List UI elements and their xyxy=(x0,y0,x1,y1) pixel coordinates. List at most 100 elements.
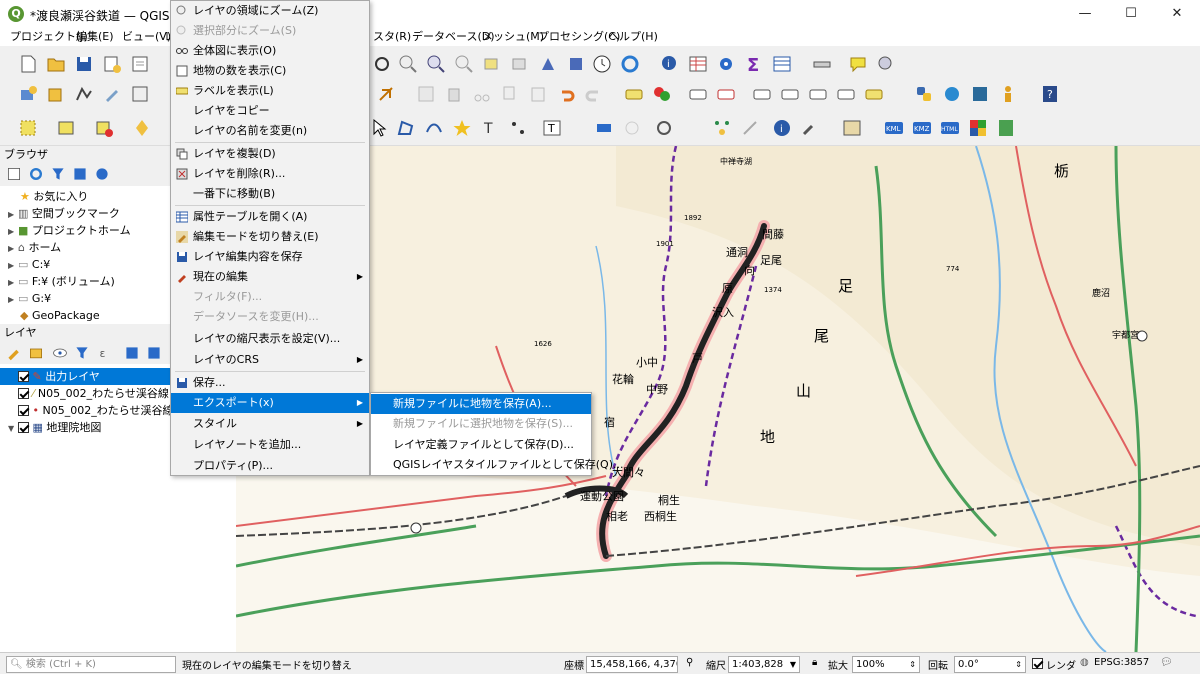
menu-show-feature-count[interactable]: 地物の数を表示(C) xyxy=(171,61,369,81)
lock-icon[interactable]: 🔒︎ xyxy=(812,657,817,668)
undo-icon[interactable] xyxy=(556,84,576,104)
rotation-spinbox[interactable]: 0.0° ⇕ xyxy=(954,656,1026,673)
menu-edit[interactable]: 編集(E) xyxy=(76,29,114,45)
expand-chevron-icon[interactable]: ▶ xyxy=(8,257,18,274)
layer-labeling-icon[interactable] xyxy=(652,84,672,104)
maximize-button[interactable]: ☐ xyxy=(1108,0,1154,28)
render-checkbox[interactable] xyxy=(1032,658,1043,670)
menu-move-to-bottom[interactable]: 一番下に移動(B) xyxy=(171,184,369,204)
messages-icon[interactable]: 💬︎ xyxy=(1160,657,1173,668)
filter-expression-icon[interactable]: ε xyxy=(98,345,114,361)
zoom-layer-icon[interactable] xyxy=(510,54,530,74)
html-export-icon[interactable]: HTML xyxy=(940,118,960,138)
menu-save-layer-edits[interactable]: レイヤ編集内容を保存 xyxy=(171,247,369,267)
refresh-browser-icon[interactable] xyxy=(28,166,44,182)
pin-annotation-icon[interactable] xyxy=(594,118,614,138)
scale-combo[interactable]: 1:403,828 ▼ xyxy=(728,656,800,673)
plugin-person-icon[interactable] xyxy=(998,84,1018,104)
menu-raster[interactable]: スタ(R) xyxy=(373,29,411,45)
add-selected-icon[interactable] xyxy=(6,166,22,182)
pan-map-icon[interactable] xyxy=(372,54,392,74)
expand-chevron-icon[interactable]: ▶ xyxy=(8,240,18,257)
trace-icon[interactable] xyxy=(740,118,760,138)
coordinate-field[interactable]: 15,458,166, 4,370,033 xyxy=(586,656,678,673)
info-icon[interactable]: i xyxy=(772,118,792,138)
collapse-all-icon[interactable] xyxy=(72,166,88,182)
expand-chevron-icon[interactable]: ▶ xyxy=(8,291,18,308)
refresh-icon[interactable] xyxy=(620,54,640,74)
collapse-all-layers-icon[interactable] xyxy=(146,345,162,361)
snap-icon[interactable] xyxy=(712,118,732,138)
temporal-clock-icon[interactable] xyxy=(592,54,612,74)
abc-highlight-icon[interactable] xyxy=(716,84,736,104)
zoom-selection-icon[interactable] xyxy=(482,54,502,74)
filter-legend-icon[interactable] xyxy=(74,345,90,361)
layer-visibility-checkbox[interactable] xyxy=(18,371,29,382)
open-table-icon[interactable] xyxy=(772,54,792,74)
add-ring-icon[interactable] xyxy=(424,118,444,138)
abc-pin-icon[interactable] xyxy=(688,84,708,104)
new-project-icon[interactable] xyxy=(18,54,38,74)
expand-all-icon[interactable] xyxy=(124,345,140,361)
menu-properties[interactable]: プロパティ(P)... xyxy=(171,456,369,476)
redo-icon[interactable] xyxy=(584,84,604,104)
visibility-eye-icon[interactable] xyxy=(52,345,68,361)
pencil-toggle-icon[interactable] xyxy=(102,84,122,104)
add-polygon-icon[interactable] xyxy=(396,118,416,138)
menu-copy-layer[interactable]: レイヤをコピー xyxy=(171,101,369,121)
crs-button[interactable]: EPSG:3857 xyxy=(1094,657,1149,668)
layout-manager-icon[interactable] xyxy=(130,54,150,74)
reshape-features-icon[interactable] xyxy=(508,118,528,138)
collapse-chevron-icon[interactable]: ▼ xyxy=(8,420,18,437)
new-print-layout-icon[interactable] xyxy=(102,54,122,74)
plugin-grid-icon[interactable] xyxy=(970,84,990,104)
zoom-out-icon[interactable] xyxy=(426,54,446,74)
menu-save-as-qml-style[interactable]: QGISレイヤスタイルファイルとして保存(Q)... xyxy=(371,455,623,475)
layer-item-output[interactable]: ✎ 出力レイヤ xyxy=(0,368,170,385)
menu-change-data-source[interactable]: データソースを変更(H)... xyxy=(171,307,369,327)
menu-save-features-as[interactable]: 新規ファイルに地物を保存(A)... xyxy=(371,394,591,414)
menu-duplicate-layer[interactable]: レイヤを複製(D) xyxy=(171,144,369,164)
menu-save-as-layer-definition[interactable]: レイヤ定義ファイルとして保存(D)... xyxy=(371,435,591,455)
menu-save-selected-features-as[interactable]: 新規ファイルに選択地物を保存(S)... xyxy=(371,414,591,434)
deselect-icon[interactable] xyxy=(94,118,114,138)
delete-selected-icon[interactable] xyxy=(444,84,464,104)
copy-features-icon[interactable] xyxy=(500,84,520,104)
modify-attributes-icon[interactable] xyxy=(416,84,436,104)
attribute-table-icon[interactable] xyxy=(688,54,708,74)
kml-export-icon[interactable]: KML xyxy=(884,118,904,138)
menu-mesh[interactable]: メッシュ(M) xyxy=(482,29,544,45)
menu-show-labels[interactable]: ラベルを表示(L) xyxy=(171,81,369,101)
layer-visibility-checkbox[interactable] xyxy=(18,388,29,399)
minimize-button[interactable]: — xyxy=(1062,0,1108,28)
menu-add-layer-note[interactable]: レイヤノートを追加... xyxy=(171,435,369,455)
zoom-last-icon[interactable] xyxy=(566,54,586,74)
digitize-vertex-icon[interactable] xyxy=(74,84,94,104)
zoom-full-icon[interactable] xyxy=(454,54,474,74)
menu-rename-layer[interactable]: レイヤの名前を変更(n) xyxy=(171,121,369,141)
menu-style[interactable]: スタイル ▶ xyxy=(171,414,369,434)
menu-help[interactable]: ヘルプ(H) xyxy=(608,29,658,45)
menu-current-edits[interactable]: 現在の編集 ▶ xyxy=(171,267,369,287)
wrench-icon[interactable] xyxy=(800,118,820,138)
virtual-layer-icon[interactable] xyxy=(130,84,150,104)
menu-open-attribute-table[interactable]: 属性テーブルを開く(A) xyxy=(171,207,369,227)
zoom-native-icon[interactable] xyxy=(538,54,558,74)
menu-show-in-overview[interactable]: 全体図に表示(O) xyxy=(171,41,369,61)
expand-chevron-icon[interactable]: ▶ xyxy=(8,206,18,223)
menu-toggle-editing[interactable]: 編集モードを切り替え(E) xyxy=(171,227,369,247)
text-box-icon[interactable]: T xyxy=(542,118,562,138)
identify-icon[interactable]: i xyxy=(660,54,680,74)
add-group-icon[interactable] xyxy=(28,345,44,361)
abc-change-icon[interactable] xyxy=(836,84,856,104)
pointer-icon[interactable] xyxy=(370,118,390,138)
qgis2web-icon[interactable] xyxy=(968,118,988,138)
menu-set-scale-visibility[interactable]: レイヤの縮尺表示を設定(V)... xyxy=(171,329,369,349)
select-by-value-icon[interactable] xyxy=(56,118,76,138)
plugin-globe-icon[interactable] xyxy=(942,84,962,104)
select-location-icon[interactable] xyxy=(132,118,152,138)
cut-features-icon[interactable] xyxy=(472,84,492,104)
zoom-in-icon[interactable] xyxy=(398,54,418,74)
new-geopackage-icon[interactable] xyxy=(46,84,66,104)
data-source-manager-icon[interactable] xyxy=(18,84,38,104)
